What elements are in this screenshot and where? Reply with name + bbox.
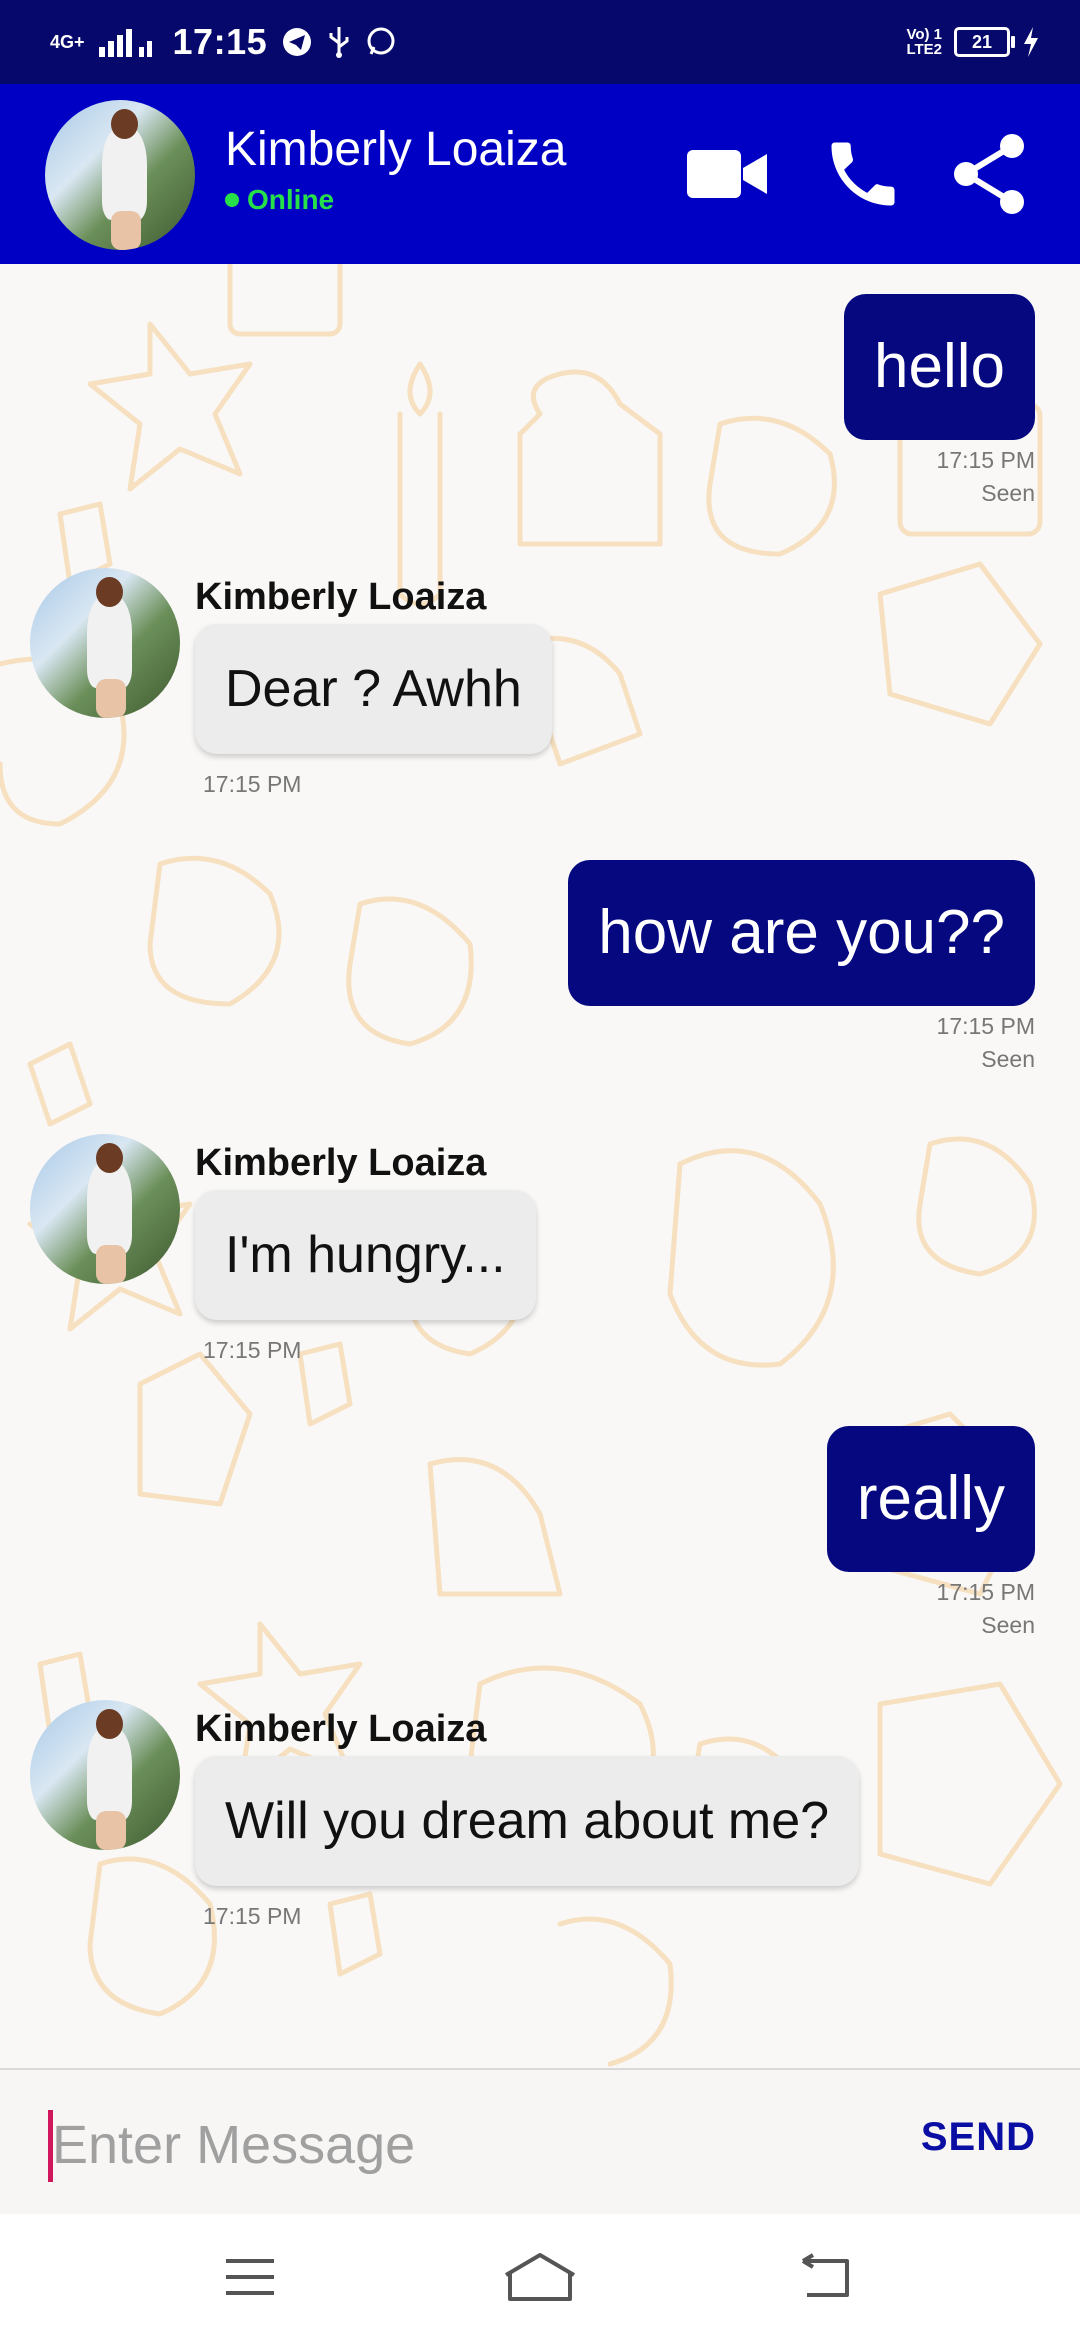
sender-name: Kimberly Loaiza: [195, 1142, 487, 1184]
message-time: 17:15 PM: [203, 1337, 302, 1363]
outgoing-message-bubble[interactable]: how are you??: [568, 860, 1035, 1006]
usb-icon: [329, 27, 349, 58]
message-time: 17:15 PM: [936, 1579, 1035, 1605]
contact-name[interactable]: Kimberly Loaiza: [225, 122, 566, 177]
share-icon: [954, 134, 1024, 214]
voice-call-button[interactable]: [818, 129, 908, 219]
charging-icon: [1024, 27, 1038, 57]
video-call-button[interactable]: [682, 129, 772, 219]
message-meta: 17:15 PM Seen: [937, 444, 1035, 510]
chat-header: Kimberly Loaiza Online: [0, 84, 1080, 264]
sender-avatar[interactable]: [30, 1700, 180, 1850]
phone-icon: [831, 142, 895, 206]
network-type: 4G+: [50, 32, 85, 52]
sender-avatar[interactable]: [30, 568, 180, 718]
online-status-label: Online: [247, 184, 335, 215]
signal-icon: [98, 29, 152, 57]
sender-avatar[interactable]: [30, 1134, 180, 1284]
share-button[interactable]: [945, 129, 1035, 219]
message-composer: SEND: [0, 2068, 1080, 2216]
message-seen-status: Seen: [981, 1046, 1035, 1072]
message-time: 17:15 PM: [203, 771, 302, 797]
message-meta: 17:15 PM Seen: [937, 1576, 1035, 1642]
home-icon: [504, 2253, 576, 2301]
online-dot-icon: [225, 193, 239, 207]
lte-label: LTE2: [906, 41, 942, 58]
message-input[interactable]: [52, 2100, 872, 2190]
back-button[interactable]: [770, 2244, 880, 2310]
whatsapp-icon: [367, 27, 395, 55]
message-time: 17:15 PM: [203, 1903, 302, 1929]
outgoing-message-bubble[interactable]: really: [826, 1426, 1035, 1572]
message-time: 17:15 PM: [936, 1013, 1035, 1039]
online-status: Online: [225, 184, 334, 216]
sender-name: Kimberly Loaiza: [195, 1708, 487, 1750]
sender-name: Kimberly Loaiza: [195, 576, 487, 618]
home-button[interactable]: [485, 2244, 595, 2310]
back-icon: [801, 2253, 849, 2297]
contact-avatar[interactable]: [45, 100, 195, 250]
battery-icon: 21: [954, 27, 1015, 57]
incoming-message-bubble[interactable]: Will you dream about me?: [195, 1756, 860, 1886]
status-left: 4G+ 17:15: [50, 18, 397, 66]
menu-button[interactable]: [195, 2244, 305, 2310]
status-right: Vo) 1 LTE2 21: [906, 18, 1040, 66]
message-meta: 17:15 PM Seen: [937, 1010, 1035, 1076]
menu-icon: [226, 2259, 274, 2295]
send-button[interactable]: SEND: [921, 2115, 1036, 2160]
telegram-icon: [283, 28, 312, 56]
incoming-message-bubble[interactable]: Dear ? Awhh: [195, 624, 552, 754]
message-seen-status: Seen: [981, 1612, 1035, 1638]
volte-label: Vo) 1: [906, 26, 942, 43]
status-bar: 4G+ 17:15 Vo) 1 LTE2 21: [0, 0, 1080, 84]
clock: 17:15: [172, 21, 268, 62]
incoming-message-bubble[interactable]: I'm hungry...: [195, 1190, 536, 1320]
message-list[interactable]: hello 17:15 PM Seen Kimberly Loaiza Dear…: [0, 264, 1080, 2068]
message-seen-status: Seen: [981, 480, 1035, 506]
message-time: 17:15 PM: [936, 447, 1035, 473]
system-navigation-bar: [0, 2214, 1080, 2340]
video-call-icon: [687, 150, 767, 198]
outgoing-message-bubble[interactable]: hello: [844, 294, 1035, 440]
